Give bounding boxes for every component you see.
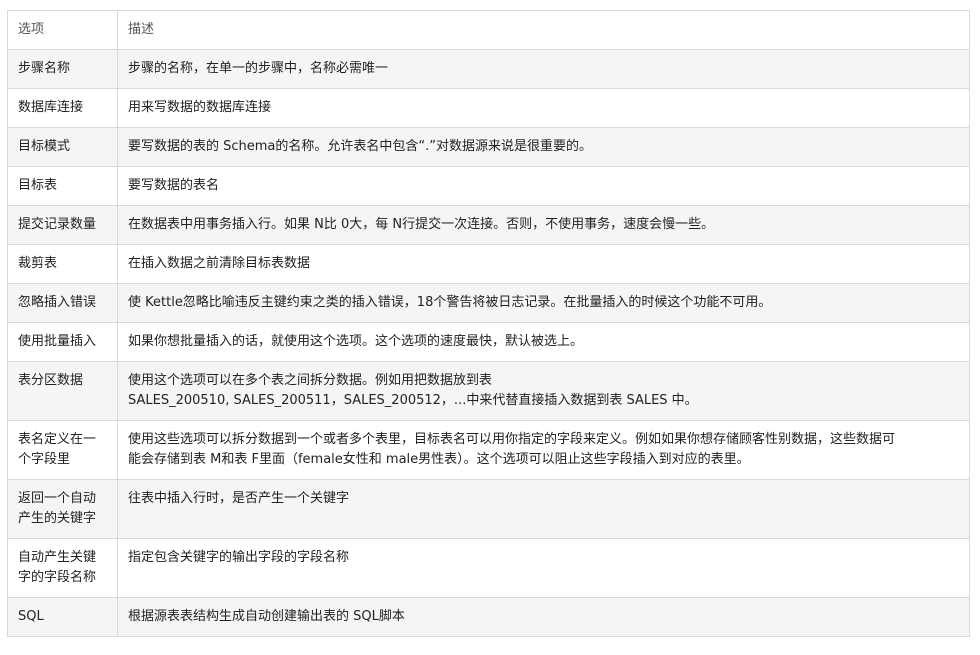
table-row: 使用批量插入 如果你想批量插入的话，就使用这个选项。这个选项的速度最快，默认被选… xyxy=(7,322,970,362)
option-cell: 使用批量插入 xyxy=(7,322,118,362)
description-line: SALES_200510, SALES_200511，SALES_200512，… xyxy=(128,393,698,408)
table-row: 返回一个自动 产生的关键字 往表中插入行时，是否产生一个关键字 xyxy=(7,479,970,539)
table-row: 裁剪表 在插入数据之前清除目标表数据 xyxy=(7,244,970,284)
table-header-row: 选项 描述 xyxy=(7,10,970,50)
header-option: 选项 xyxy=(7,10,118,50)
description-cell: 要写数据的表名 xyxy=(117,166,970,206)
table-row: 自动产生关键 字的字段名称 指定包含关键字的输出字段的字段名称 xyxy=(7,538,970,598)
description-line: 使用这个选项可以在多个表之间拆分数据。例如用把数据放到表 xyxy=(128,373,493,388)
option-line: 个字段里 xyxy=(18,452,71,467)
option-cell: 数据库连接 xyxy=(7,88,118,128)
option-cell: 表分区数据 xyxy=(7,361,118,421)
table-row: 目标模式 要写数据的表的 Schema的名称。允许表名中包含“.”对数据源来说是… xyxy=(7,127,970,167)
table-row: 忽略插入错误 使 Kettle忽略比喻违反主键约束之类的插入错误，18个警告将被… xyxy=(7,283,970,323)
option-cell: 裁剪表 xyxy=(7,244,118,284)
option-cell: 目标模式 xyxy=(7,127,118,167)
description-line: 能会存储到表 M和表 F里面（female女性和 male男性表）。这个选项可以… xyxy=(128,452,750,467)
description-cell: 使用这个选项可以在多个表之间拆分数据。例如用把数据放到表 SALES_20051… xyxy=(117,361,970,421)
option-cell: SQL xyxy=(7,597,118,637)
option-line: 表名定义在一 xyxy=(18,432,97,447)
options-table-container: 选项 描述 步骤名称 步骤的名称，在单一的步骤中，名称必需唯一 数据库连接 用来… xyxy=(7,10,970,637)
option-line: 返回一个自动 xyxy=(18,491,97,506)
description-cell: 指定包含关键字的输出字段的字段名称 xyxy=(117,538,970,598)
table-row: 表分区数据 使用这个选项可以在多个表之间拆分数据。例如用把数据放到表 SALES… xyxy=(7,361,970,421)
header-description: 描述 xyxy=(117,10,970,50)
description-cell: 在插入数据之前清除目标表数据 xyxy=(117,244,970,284)
options-table: 选项 描述 步骤名称 步骤的名称，在单一的步骤中，名称必需唯一 数据库连接 用来… xyxy=(7,10,970,637)
option-cell: 表名定义在一 个字段里 xyxy=(7,420,118,480)
description-cell: 使用这些选项可以拆分数据到一个或者多个表里，目标表名可以用你指定的字段来定义。例… xyxy=(117,420,970,480)
description-cell: 用来写数据的数据库连接 xyxy=(117,88,970,128)
option-cell: 忽略插入错误 xyxy=(7,283,118,323)
option-cell: 提交记录数量 xyxy=(7,205,118,245)
table-row: 步骤名称 步骤的名称，在单一的步骤中，名称必需唯一 xyxy=(7,49,970,89)
table-row: SQL 根据源表表结构生成自动创建输出表的 SQL脚本 xyxy=(7,597,970,637)
description-cell: 往表中插入行时，是否产生一个关键字 xyxy=(117,479,970,539)
option-cell: 自动产生关键 字的字段名称 xyxy=(7,538,118,598)
option-line: 自动产生关键 xyxy=(18,550,97,565)
description-cell: 如果你想批量插入的话，就使用这个选项。这个选项的速度最快，默认被选上。 xyxy=(117,322,970,362)
description-cell: 使 Kettle忽略比喻违反主键约束之类的插入错误，18个警告将被日志记录。在批… xyxy=(117,283,970,323)
table-row: 目标表 要写数据的表名 xyxy=(7,166,970,206)
description-line: 使用这些选项可以拆分数据到一个或者多个表里，目标表名可以用你指定的字段来定义。例… xyxy=(128,432,896,447)
option-cell: 返回一个自动 产生的关键字 xyxy=(7,479,118,539)
table-row: 表名定义在一 个字段里 使用这些选项可以拆分数据到一个或者多个表里，目标表名可以… xyxy=(7,420,970,480)
option-cell: 步骤名称 xyxy=(7,49,118,89)
option-line: 字的字段名称 xyxy=(18,570,97,585)
table-row: 提交记录数量 在数据表中用事务插入行。如果 N比 0大，每 N行提交一次连接。否… xyxy=(7,205,970,245)
description-cell: 步骤的名称，在单一的步骤中，名称必需唯一 xyxy=(117,49,970,89)
option-line: 产生的关键字 xyxy=(18,511,97,526)
option-cell: 目标表 xyxy=(7,166,118,206)
description-cell: 要写数据的表的 Schema的名称。允许表名中包含“.”对数据源来说是很重要的。 xyxy=(117,127,970,167)
description-cell: 在数据表中用事务插入行。如果 N比 0大，每 N行提交一次连接。否则，不使用事务… xyxy=(117,205,970,245)
table-row: 数据库连接 用来写数据的数据库连接 xyxy=(7,88,970,128)
description-cell: 根据源表表结构生成自动创建输出表的 SQL脚本 xyxy=(117,597,970,637)
